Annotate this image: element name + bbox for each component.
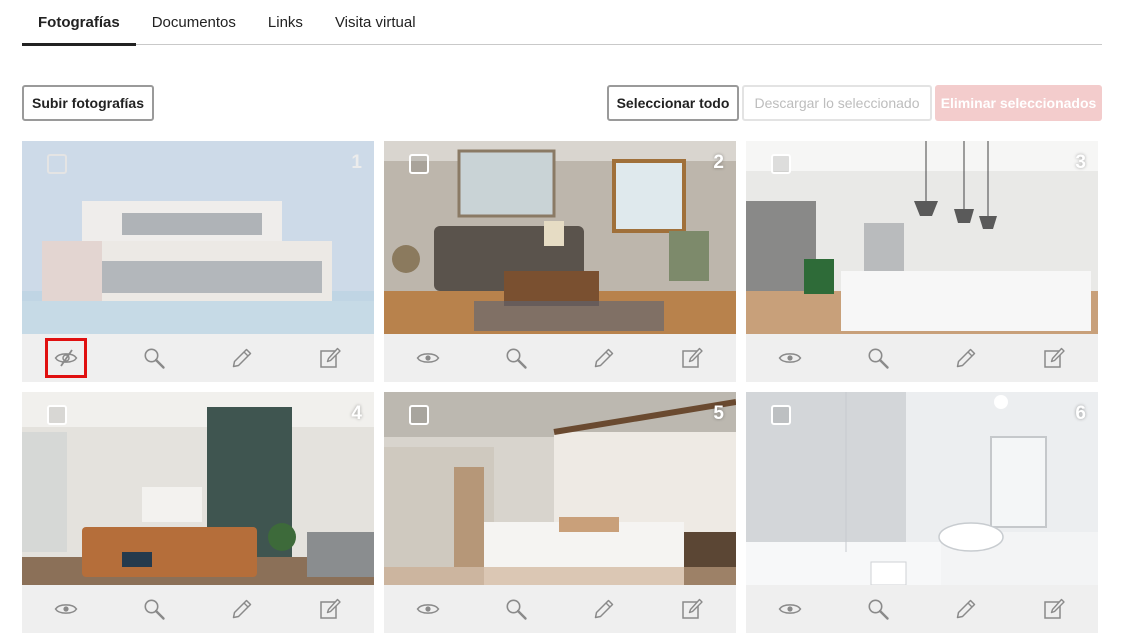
photo-thumbnail[interactable]: 4: [22, 392, 374, 585]
edit-box-icon: [680, 346, 704, 370]
photo-number: 4: [351, 403, 362, 424]
pencil-icon: [230, 597, 254, 621]
photo-actions: [746, 334, 1098, 382]
edit-box-icon: [680, 597, 704, 621]
photo-thumbnail[interactable]: 5: [384, 392, 736, 585]
photo-card-5: 5: [384, 392, 736, 633]
photo-card-4: 4: [22, 392, 374, 633]
photo-checkbox[interactable]: [771, 405, 791, 425]
photo-actions: [384, 585, 736, 633]
toggle-visibility-button[interactable]: [45, 589, 87, 629]
photo-number: 3: [1075, 152, 1086, 173]
tab-bar: Fotografías Documentos Links Visita virt…: [22, 0, 1102, 46]
photo-checkbox[interactable]: [771, 154, 791, 174]
upload-photos-button[interactable]: Subir fotografías: [22, 85, 154, 121]
photo-checkbox[interactable]: [47, 154, 67, 174]
zoom-button[interactable]: [133, 338, 175, 378]
photo-card-6: 6: [746, 392, 1098, 633]
edit-button[interactable]: [583, 338, 625, 378]
edit-box-icon: [318, 597, 342, 621]
pencil-icon: [230, 346, 254, 370]
photo-actions: [22, 334, 374, 382]
photo-checkbox[interactable]: [409, 154, 429, 174]
toggle-visibility-button[interactable]: [769, 589, 811, 629]
tab-documentos[interactable]: Documentos: [136, 0, 252, 45]
eye-icon: [416, 346, 440, 370]
photo-actions: [384, 334, 736, 382]
tab-visita-virtual[interactable]: Visita virtual: [319, 0, 432, 45]
photo-thumbnail[interactable]: 3: [746, 141, 1098, 334]
edit-details-button[interactable]: [671, 589, 713, 629]
edit-button[interactable]: [945, 338, 987, 378]
toggle-visibility-button[interactable]: [769, 338, 811, 378]
edit-details-button[interactable]: [671, 338, 713, 378]
photo-number: 1: [351, 152, 362, 173]
pencil-icon: [954, 597, 978, 621]
photo-card-1: 1: [22, 141, 374, 382]
zoom-button[interactable]: [495, 338, 537, 378]
zoom-button[interactable]: [857, 338, 899, 378]
photo-number: 2: [713, 152, 724, 173]
eye-icon: [54, 597, 78, 621]
edit-button[interactable]: [583, 589, 625, 629]
edit-button[interactable]: [945, 589, 987, 629]
pencil-icon: [954, 346, 978, 370]
magnifier-icon: [866, 346, 890, 370]
magnifier-icon: [142, 597, 166, 621]
magnifier-icon: [866, 597, 890, 621]
zoom-button[interactable]: [857, 589, 899, 629]
photo-thumbnail[interactable]: 1: [22, 141, 374, 334]
magnifier-icon: [504, 597, 528, 621]
toggle-visibility-button[interactable]: [407, 338, 449, 378]
eye-slash-icon: [54, 346, 78, 370]
photo-card-3: 3: [746, 141, 1098, 382]
magnifier-icon: [142, 346, 166, 370]
toggle-visibility-button[interactable]: [45, 338, 87, 378]
photo-actions: [22, 585, 374, 633]
photo-checkbox[interactable]: [409, 405, 429, 425]
photo-number: 5: [713, 403, 724, 424]
tab-links[interactable]: Links: [252, 0, 319, 45]
tab-fotografias[interactable]: Fotografías: [22, 0, 136, 46]
edit-box-icon: [1042, 597, 1066, 621]
delete-selected-button[interactable]: Eliminar seleccionados: [935, 85, 1102, 121]
edit-details-button[interactable]: [309, 338, 351, 378]
photo-thumbnail[interactable]: 2: [384, 141, 736, 334]
download-selected-button[interactable]: Descargar lo seleccionado: [742, 85, 932, 121]
select-all-button[interactable]: Seleccionar todo: [607, 85, 739, 121]
eye-icon: [416, 597, 440, 621]
edit-button[interactable]: [221, 589, 263, 629]
toggle-visibility-button[interactable]: [407, 589, 449, 629]
photo-checkbox[interactable]: [47, 405, 67, 425]
edit-details-button[interactable]: [309, 589, 351, 629]
magnifier-icon: [504, 346, 528, 370]
pencil-icon: [592, 597, 616, 621]
zoom-button[interactable]: [133, 589, 175, 629]
eye-icon: [778, 597, 802, 621]
zoom-button[interactable]: [495, 589, 537, 629]
edit-button[interactable]: [221, 338, 263, 378]
photo-thumbnail[interactable]: 6: [746, 392, 1098, 585]
eye-icon: [778, 346, 802, 370]
pencil-icon: [592, 346, 616, 370]
edit-details-button[interactable]: [1033, 338, 1075, 378]
edit-box-icon: [318, 346, 342, 370]
edit-box-icon: [1042, 346, 1066, 370]
photo-card-2: 2: [384, 141, 736, 382]
photo-number: 6: [1075, 403, 1086, 424]
edit-details-button[interactable]: [1033, 589, 1075, 629]
photo-actions: [746, 585, 1098, 633]
